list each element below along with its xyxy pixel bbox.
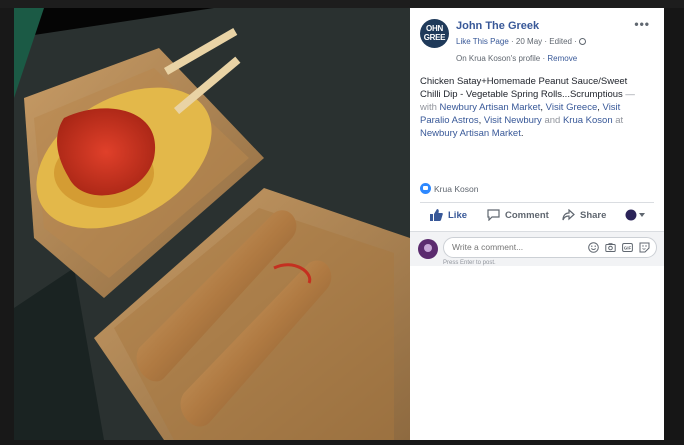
and-text: and: [541, 115, 563, 126]
share-arrow-icon: [562, 209, 575, 221]
share-button[interactable]: Share: [562, 209, 606, 221]
share-label: Share: [580, 209, 607, 221]
commenter-avatar[interactable]: [418, 239, 438, 259]
at-text: at: [612, 115, 624, 126]
meta-sep: ·: [511, 37, 514, 46]
camera-icon[interactable]: [605, 242, 616, 253]
divider: [420, 202, 654, 203]
smiley-icon[interactable]: [588, 242, 599, 253]
post-meta: Like This Page · 20 May · Edited ·: [456, 37, 587, 46]
profile-prefix: On Krua Koson's profile: [456, 54, 541, 63]
speech-bubble-icon: [487, 209, 500, 221]
post-as-chooser[interactable]: [625, 209, 645, 221]
reactions-bar[interactable]: Krua Koson: [420, 183, 478, 194]
press-enter-hint: Press Enter to post.: [443, 260, 496, 266]
post-panel: OHN GREE John The Greek ••• Like This Pag…: [410, 8, 664, 440]
tag-link-4[interactable]: Visit Newbury: [484, 115, 542, 126]
meta-sep-3: ·: [574, 37, 577, 46]
like-button[interactable]: Like: [430, 209, 467, 221]
post-text: Chicken Satay+Homemade Peanut Sauce/Swee…: [420, 76, 635, 139]
globe-icon: [579, 38, 587, 45]
meta-sep-2: ·: [544, 37, 548, 46]
gif-icon[interactable]: GIF: [622, 242, 633, 253]
edited-label[interactable]: Edited: [549, 37, 572, 46]
like-reaction-icon: [420, 183, 431, 194]
comment-input-box[interactable]: GIF: [443, 237, 657, 258]
reaction-names[interactable]: Krua Koson: [434, 184, 478, 194]
post-photo[interactable]: [14, 8, 410, 440]
like-label: Like: [448, 209, 468, 221]
page-name-link[interactable]: John The Greek: [456, 20, 539, 32]
comment-label: Comment: [505, 209, 549, 221]
action-bar: Like Comment Share: [420, 207, 654, 227]
remove-link[interactable]: Remove: [547, 54, 577, 63]
period: .: [520, 128, 524, 139]
top-dim-bar: [0, 0, 684, 8]
post-date[interactable]: 20 May: [516, 37, 542, 46]
tag-link-5[interactable]: Krua Koson: [563, 115, 613, 126]
more-options-icon[interactable]: •••: [634, 17, 650, 31]
like-page-link[interactable]: Like This Page: [456, 37, 509, 46]
thumbs-up-icon: [430, 209, 443, 221]
profile-sep: ·: [542, 54, 546, 63]
comment-composer: GIF Press Enter to post.: [410, 232, 664, 266]
comment-input[interactable]: [452, 242, 562, 252]
right-edge-dim: [664, 8, 684, 440]
profile-chevron-down-icon: [625, 209, 645, 221]
page-avatar[interactable]: OHN GREE: [420, 19, 449, 48]
tag-link-2[interactable]: Visit Greece: [546, 102, 598, 113]
tag-link-1[interactable]: Newbury Artisan Market: [440, 102, 541, 113]
profile-line: On Krua Koson's profile · Remove: [456, 54, 577, 63]
post-body: Chicken Satay+Homemade Peanut Sauce/Swee…: [420, 76, 628, 100]
comment-button[interactable]: Comment: [487, 209, 549, 221]
comment-tools: GIF: [588, 242, 650, 253]
svg-text:GIF: GIF: [624, 245, 632, 250]
food-photo-illustration: [14, 8, 410, 440]
sticker-icon[interactable]: [639, 242, 650, 253]
location-link[interactable]: Newbury Artisan Market: [420, 128, 521, 139]
